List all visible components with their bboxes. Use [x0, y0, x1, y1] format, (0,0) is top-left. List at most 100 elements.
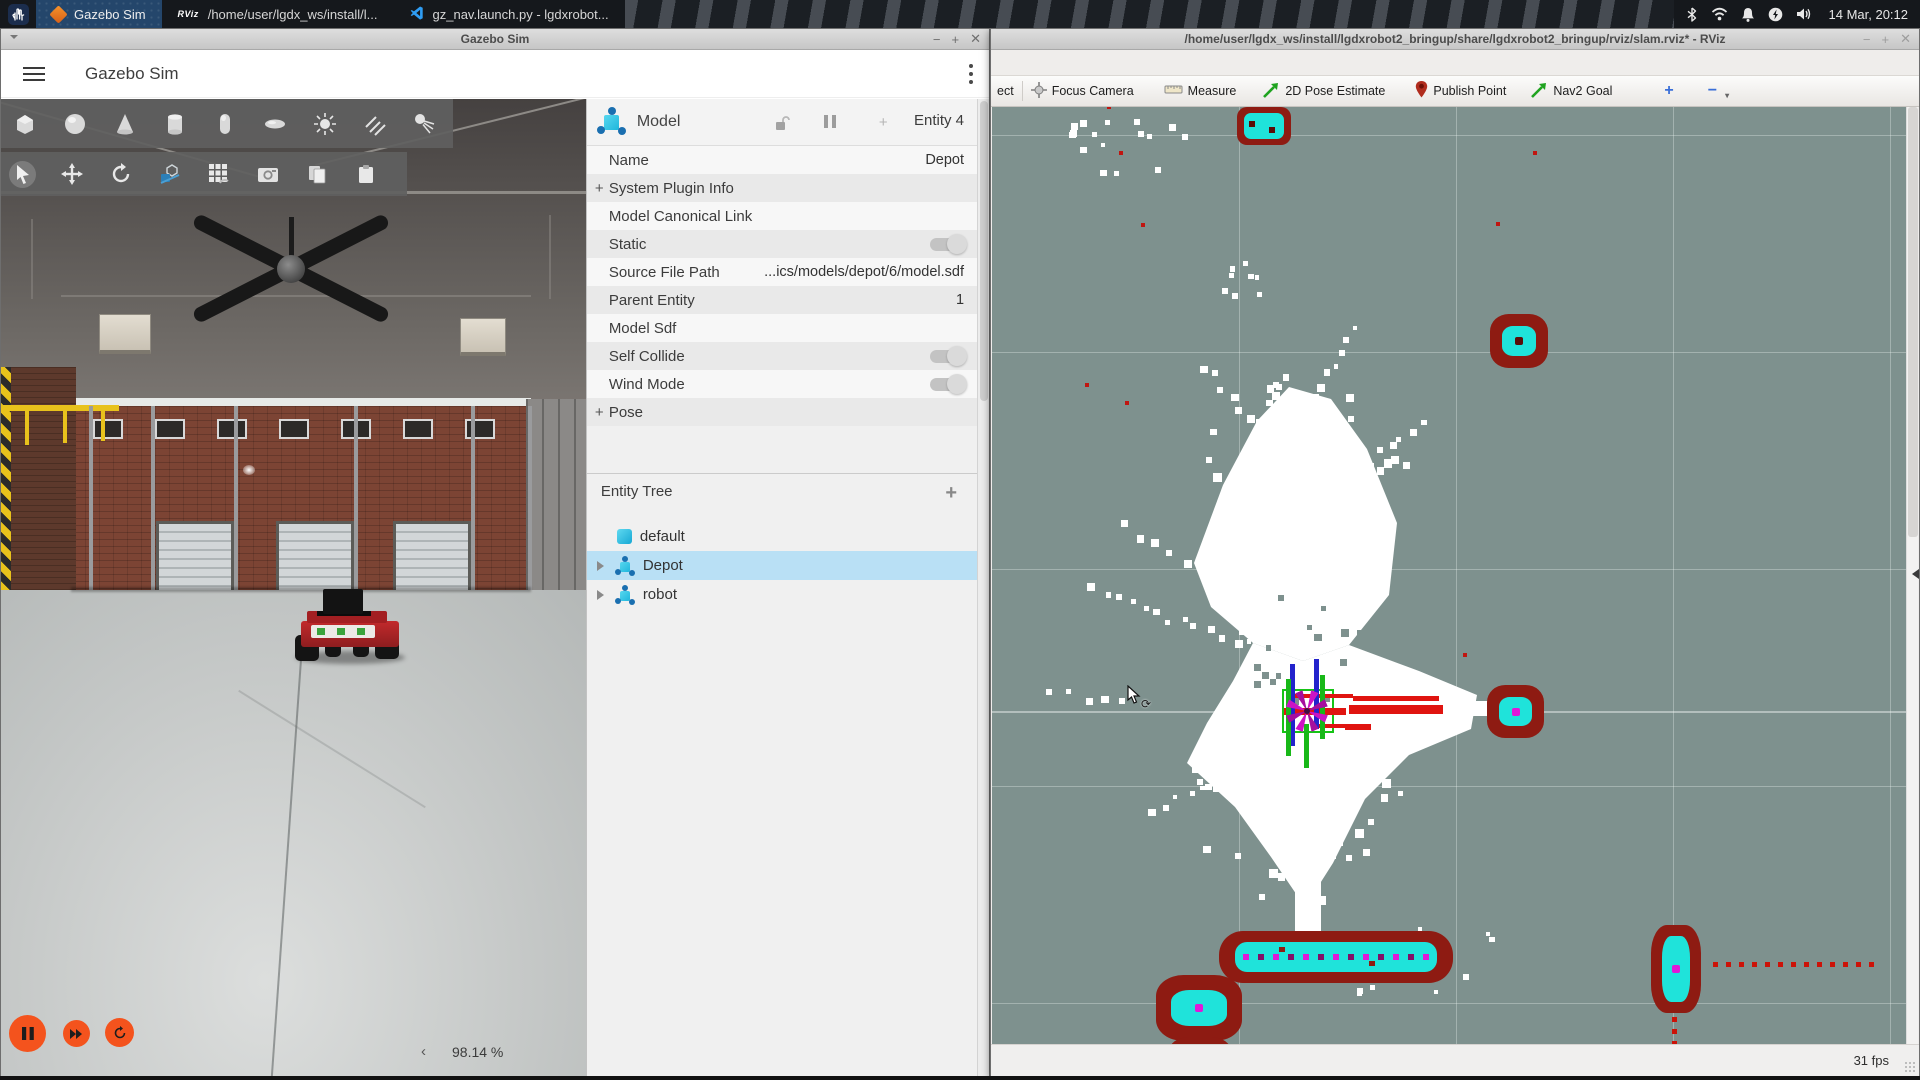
clock[interactable]: 14 Mar, 20:12 — [1829, 7, 1909, 22]
pose-estimate-button[interactable]: 2D Pose Estimate — [1262, 81, 1385, 102]
tree-item-default[interactable]: default — [587, 522, 977, 551]
property-row-model-sdf[interactable]: Model Sdf — [587, 314, 977, 342]
map-pixel — [1229, 273, 1234, 278]
kebab-menu-icon[interactable] — [969, 64, 973, 88]
tree-item-depot[interactable]: Depot — [587, 551, 977, 580]
map-pixel — [1259, 437, 1266, 444]
reset-button[interactable] — [105, 1018, 134, 1047]
gazebo-titlebar[interactable]: Gazebo Sim − + ✕ — [1, 29, 989, 50]
window-menu-icon[interactable] — [10, 35, 18, 43]
cone-icon[interactable] — [111, 110, 138, 137]
expand-icon[interactable]: + — [595, 180, 609, 197]
maximize-icon[interactable]: + — [952, 32, 960, 47]
remove-tool-button[interactable]: −▾ — [1708, 82, 1729, 100]
add-component-icon[interactable]: + — [879, 114, 888, 131]
rviz-titlebar[interactable]: /home/user/lgdx_ws/install/lgdxrobot2_br… — [991, 29, 1919, 50]
focus-camera-button[interactable]: Focus Camera — [1031, 82, 1134, 101]
chevron-right-icon[interactable] — [597, 590, 609, 600]
cylinder-icon[interactable] — [161, 110, 188, 137]
taskbar-tab-label: gz_nav.launch.py - lgdxrobot... — [433, 7, 609, 22]
map-scrollbar[interactable] — [1906, 107, 1918, 1046]
rtf-collapse-icon[interactable]: ‹ — [421, 1043, 426, 1060]
launcher-button[interactable] — [0, 0, 36, 28]
notifications-icon[interactable] — [1741, 7, 1755, 22]
panel-scrollbar[interactable] — [977, 99, 989, 1076]
wind-mode-toggle[interactable] — [930, 378, 964, 391]
add-tool-button[interactable]: + — [1664, 82, 1673, 100]
property-row-pose[interactable]: + Pose — [587, 398, 977, 426]
scrollbar-thumb[interactable] — [1908, 107, 1918, 537]
power-icon[interactable] — [1768, 7, 1783, 22]
pause-updates-icon[interactable] — [824, 115, 836, 128]
robot-model[interactable] — [295, 589, 407, 665]
wifi-icon[interactable] — [1711, 7, 1728, 21]
taskbar-tab-rviz[interactable]: RViz /home/user/lgdx_ws/install/l... — [162, 0, 394, 28]
maximize-icon[interactable]: + — [1882, 32, 1890, 47]
paste-icon[interactable] — [352, 161, 379, 188]
point-light-icon[interactable] — [311, 110, 338, 137]
select-tool-icon[interactable] — [9, 161, 36, 188]
directional-light-icon[interactable] — [361, 110, 388, 137]
panel-collapse-icon[interactable] — [1907, 569, 1919, 579]
measure-button[interactable]: Measure — [1164, 84, 1237, 98]
property-row-system-plugin-info[interactable]: + System Plugin Info — [587, 174, 977, 202]
screenshot-icon[interactable] — [254, 161, 281, 188]
green-arrow-icon — [1262, 81, 1280, 102]
translate-tool-icon[interactable] — [58, 161, 85, 188]
volume-icon[interactable] — [1796, 7, 1812, 21]
hamburger-menu-icon[interactable] — [23, 63, 45, 85]
step-button[interactable] — [63, 1020, 90, 1047]
map-pixel — [1369, 961, 1375, 966]
spot-light-icon[interactable] — [411, 110, 438, 137]
minimize-icon[interactable]: − — [933, 32, 941, 47]
map-pixel — [1843, 962, 1848, 967]
self-collide-toggle[interactable] — [930, 350, 964, 363]
map-pixel — [1672, 1029, 1677, 1034]
expand-icon[interactable]: + — [595, 404, 609, 421]
property-row-self-collide[interactable]: Self Collide — [587, 342, 977, 370]
chevron-right-icon[interactable] — [597, 561, 609, 571]
property-row-parent-entity[interactable]: Parent Entity 1 — [587, 286, 977, 314]
property-row-model-canonical-link[interactable]: Model Canonical Link — [587, 202, 977, 230]
bluetooth-icon[interactable] — [1686, 7, 1698, 22]
resize-grip[interactable] — [1904, 1061, 1916, 1073]
copy-icon[interactable] — [303, 161, 330, 188]
minimize-icon[interactable]: − — [1863, 32, 1871, 47]
pause-button[interactable] — [9, 1015, 46, 1052]
static-toggle[interactable] — [930, 238, 964, 251]
tree-item-robot[interactable]: robot — [587, 580, 977, 609]
map-pixel — [1290, 826, 1298, 834]
rotate-tool-icon[interactable] — [107, 161, 134, 188]
add-entity-icon[interactable]: + — [945, 482, 957, 505]
slam-map-view[interactable]: ⟳ — [992, 107, 1908, 1046]
taskbar-tab-vscode[interactable]: gz_nav.launch.py - lgdxrobot... — [394, 0, 625, 28]
view-angle-icon[interactable] — [205, 161, 232, 188]
clipped-tool-button[interactable]: ect — [997, 84, 1014, 98]
property-row-name[interactable]: Name Depot — [587, 146, 977, 174]
nav2-goal-button[interactable]: Nav2 Goal — [1530, 81, 1612, 102]
publish-point-button[interactable]: Publish Point — [1415, 81, 1506, 101]
sphere-icon[interactable] — [61, 110, 88, 137]
map-pixel — [1324, 571, 1330, 577]
left-mezzanine — [1, 367, 76, 591]
capsule-icon[interactable] — [211, 110, 238, 137]
align-tool-icon[interactable] — [156, 161, 183, 188]
steel-column — [89, 406, 93, 591]
property-row-source-file-path[interactable]: Source File Path ...ics/models/depot/6/m… — [587, 258, 977, 286]
map-pixel — [1353, 326, 1357, 330]
map-pixel — [1374, 554, 1381, 561]
map-pixel — [1512, 708, 1520, 716]
map-pixel — [1262, 672, 1269, 679]
property-row-wind-mode[interactable]: Wind Mode — [587, 370, 977, 398]
property-row-static[interactable]: Static — [587, 230, 977, 258]
map-pixel — [1114, 171, 1119, 176]
unlock-icon[interactable] — [775, 115, 790, 135]
gazebo-3d-viewport[interactable]: ‹ 98.14 % — [1, 99, 586, 1076]
taskbar-tab-gazebo[interactable]: Gazebo Sim — [36, 0, 162, 28]
close-icon[interactable]: ✕ — [1900, 31, 1911, 47]
close-icon[interactable]: ✕ — [970, 31, 981, 47]
steel-column — [471, 406, 475, 591]
box-icon[interactable] — [11, 110, 38, 137]
ellipsoid-icon[interactable] — [261, 110, 288, 137]
map-pixel — [1288, 635, 1296, 643]
